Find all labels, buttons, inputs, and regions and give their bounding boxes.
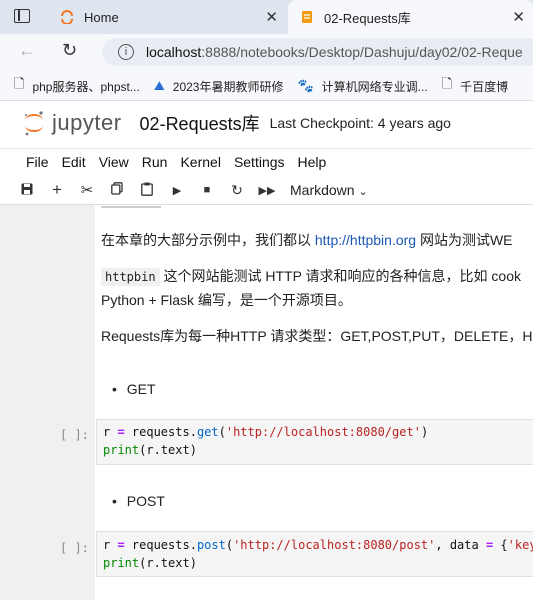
close-icon[interactable]: ✕ — [512, 8, 525, 26]
markdown-paragraph: 在本章的大部分示例中，我们都以 http://httpbin.org 网站为测试… — [101, 230, 513, 250]
jupyter-logo-icon[interactable] — [22, 109, 46, 137]
menu-kernel[interactable]: Kernel — [180, 154, 220, 170]
copy-icon[interactable] — [102, 182, 132, 198]
markdown-paragraph-line: Python + Flask 编写，是一个开源项目。 — [101, 292, 352, 308]
paste-icon[interactable] — [132, 182, 162, 199]
save-icon[interactable] — [12, 183, 42, 198]
tab-home-title: Home — [84, 9, 119, 25]
bookmark-item[interactable]: ⛰ 2023年暑期教师研修 — [154, 78, 284, 95]
stop-icon[interactable]: ■ — [192, 184, 222, 196]
paragraph-text: 网站为测试WE — [416, 232, 513, 248]
bookmark-label: php服务器、phpst... — [32, 79, 140, 94]
cell-fragment — [101, 205, 161, 209]
restart-icon[interactable]: ↻ — [222, 182, 252, 199]
httpbin-link[interactable]: http://httpbin.org — [315, 232, 416, 248]
page-icon: 🗋 — [441, 76, 453, 91]
checkpoint-status: Last Checkpoint: 4 years ago — [269, 115, 451, 131]
tab-notebook-title: 02-Requests库 — [324, 10, 411, 26]
page-icon: 🗋 — [14, 76, 25, 91]
bookmark-label: 2023年暑期教师研修 — [172, 79, 284, 94]
bullet-get: • GET — [112, 381, 156, 397]
run-icon[interactable]: ▶ — [162, 184, 192, 197]
notebook-toolbar: + ✂ ▶ ■ ↻ ▶▶ Markdown ⌄ — [0, 176, 533, 205]
notebook-title[interactable]: 02-Requests库 — [140, 110, 260, 136]
chevron-down-icon: ⌄ — [358, 186, 368, 198]
cell-type-value: Markdown — [290, 182, 355, 198]
bookmark-item[interactable]: 🗋 php服务器、phpst... — [14, 75, 140, 97]
menu-file[interactable]: File — [26, 154, 49, 170]
jupyter-wordmark: jupyter — [52, 110, 122, 135]
reload-icon[interactable]: ↻ — [62, 40, 77, 61]
jupyter-tab-icon — [61, 10, 73, 24]
menu-run[interactable]: Run — [142, 154, 168, 170]
bookmark-label: 计算机网络专业调... — [321, 79, 428, 94]
bookmark-item[interactable]: 🗋 千百度博 — [442, 75, 508, 97]
cut-icon[interactable]: ✂ — [72, 181, 102, 199]
paw-icon: 🐾 — [297, 78, 314, 93]
cell-type-select[interactable]: Markdown ⌄ — [290, 182, 368, 198]
cell-prompt: [ ]: — [60, 541, 89, 555]
code-line: print(r.text) — [103, 443, 197, 457]
url-host: localhost — [146, 44, 202, 60]
inline-code: httpbin — [101, 268, 160, 286]
menu-help[interactable]: Help — [298, 154, 327, 170]
url-path: :8888/notebooks/Desktop/Dashuju/day02/02… — [201, 44, 523, 60]
bullet-text: GET — [126, 381, 156, 397]
bookmark-label: 千百度博 — [460, 79, 509, 94]
fast-forward-icon[interactable]: ▶▶ — [252, 184, 282, 197]
cell-prompt: [ ]: — [60, 428, 89, 442]
tab-notebook[interactable]: 02-Requests库 ✕ — [288, 0, 533, 34]
bullet-post: • POST — [112, 493, 165, 509]
notebook-tab-icon — [302, 11, 312, 23]
menu-edit[interactable]: Edit — [62, 154, 86, 170]
back-arrow-icon[interactable]: ← — [18, 40, 36, 61]
code-line: print(r.text) — [103, 556, 197, 570]
markdown-paragraph: httpbin 这个网站能测试 HTTP 请求和响应的各种信息，比如 cook — [101, 266, 521, 286]
tab-actions-icon[interactable] — [14, 9, 30, 23]
bookmarks-bar: 🗋 php服务器、phpst... ⛰ 2023年暑期教师研修 🐾 计算机网络专业调.… — [0, 72, 533, 101]
paragraph-text: 在本章的大部分示例中，我们都以 — [101, 232, 315, 248]
paragraph-text: 这个网站能测试 HTTP 请求和响应的各种信息，比如 cook — [163, 268, 522, 284]
menu-view[interactable]: View — [99, 154, 129, 170]
bullet-text: POST — [126, 493, 165, 509]
code-line: r = requests.post('http://localhost:8080… — [103, 538, 533, 552]
add-cell-icon[interactable]: + — [42, 180, 72, 200]
close-icon[interactable]: ✕ — [265, 8, 278, 26]
code-line: r = requests.get('http://localhost:8080/… — [103, 425, 429, 439]
course-icon: ⛰ — [153, 78, 165, 93]
markdown-paragraph: Requests库为每一种HTTP 请求类型：GET,POST,PUT，DELE… — [101, 328, 533, 344]
bookmark-item[interactable]: 🐾 计算机网络专业调... — [297, 78, 427, 95]
tab-home[interactable]: Home ✕ — [48, 0, 288, 34]
menu-bar: File Edit View Run Kernel Settings Help — [0, 148, 533, 175]
jupyter-header: jupyter 02-Requests库 Last Checkpoint: 4 … — [0, 101, 533, 145]
menu-settings[interactable]: Settings — [234, 154, 285, 170]
url-field[interactable]: i localhost:8888/notebooks/Desktop/Dashu… — [102, 38, 533, 66]
info-icon[interactable]: i — [118, 44, 134, 60]
